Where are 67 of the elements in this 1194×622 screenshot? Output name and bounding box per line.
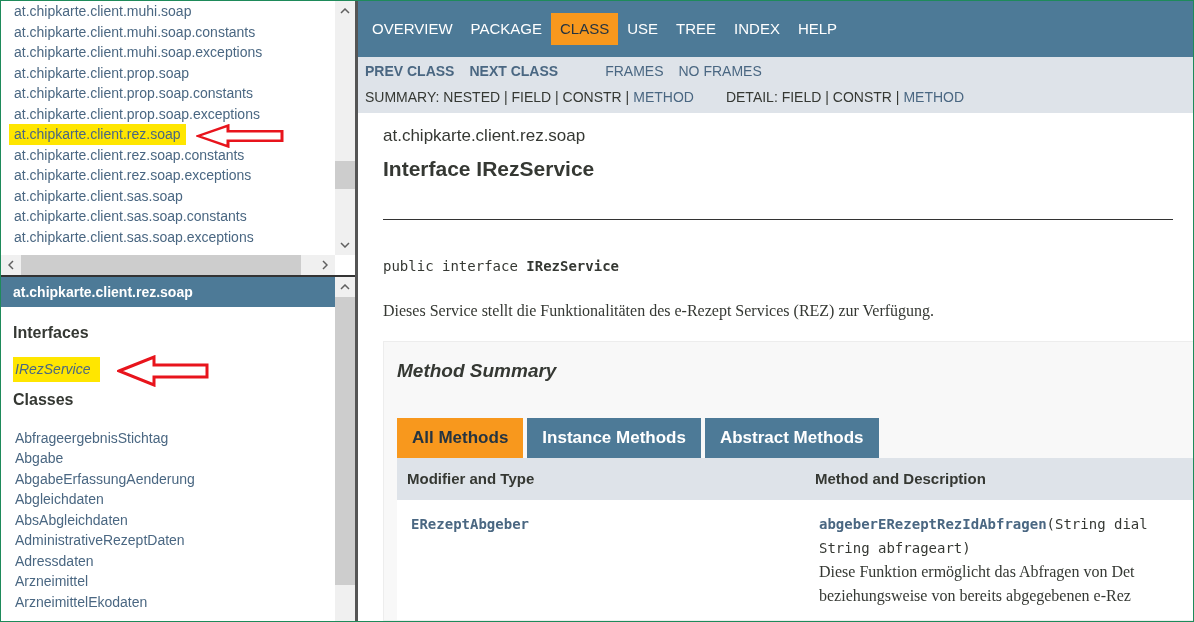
package-list-item[interactable]: at.chipkarte.client.prop.soap.constants [9,83,258,104]
nav-link[interactable]: FRAMES [605,60,664,81]
type-list-item[interactable]: Adressdaten [13,550,96,571]
column-header: Method and Description [815,468,987,489]
interface-list-item[interactable]: IRezService [13,357,101,382]
type-list-item[interactable]: Arzneimittel [13,571,91,592]
scrollbar-thumb[interactable] [21,255,301,275]
nav-link[interactable]: METHOD [903,86,965,107]
section-heading: Interfaces [12,323,90,343]
type-list-item[interactable]: Abgleichdaten [13,489,106,510]
package-name: at.chipkarte.client.rez.soap [383,124,587,147]
tab[interactable]: Instance Methods [527,418,701,458]
nav-link[interactable]: NEXT CLASS [469,60,559,81]
scroll-up-icon[interactable] [340,284,350,290]
nav-label: SUMMARY: NESTED | FIELD | CONSTR | [365,87,630,107]
package-list-item[interactable]: at.chipkarte.client.muhi.soap.exceptions [9,42,268,63]
type-list-item[interactable]: Abgabe [13,448,66,469]
nav-link[interactable]: PREV CLASS [365,60,455,81]
package-list-item[interactable]: at.chipkarte.client.prop.soap.exceptions [9,103,265,124]
method-parameter: String abfrageart) [819,539,972,558]
package-list-item[interactable]: at.chipkarte.client.prop.soap [9,62,195,83]
type-list-item[interactable]: AbgabeErfassungAenderung [13,468,197,489]
interface-description: Dieses Service stellt die Funktionalitäten des e-Rezept Services (REZ) zur Verfügung. [383,301,936,322]
nav-link[interactable]: HELP [788,12,847,45]
nav-link[interactable]: NO FRAMES [678,60,762,81]
section-title: Method Summary [397,360,558,383]
type-list-item[interactable]: ArzneimittelEkodaten [13,591,150,612]
scrollbar-thumb[interactable] [335,297,355,585]
method-description: beziehungsweise von bereits abgegebenen e-Rez [819,586,1132,607]
package-list-item[interactable]: at.chipkarte.client.sas.soap.exceptions [9,226,259,247]
interface-title: Interface IRezService [383,156,596,182]
nav-label: DETAIL: FIELD | CONSTR | [725,87,900,107]
type-list-item[interactable]: AbfrageergebnisStichtag [13,427,171,448]
package-list-item[interactable]: at.chipkarte.client.rez.soap [9,124,186,145]
section-heading: Classes [12,389,75,410]
type-list-item[interactable]: AdministrativeRezeptDaten [13,530,187,551]
package-list-item[interactable]: at.chipkarte.client.muhi.soap [9,1,197,22]
method-signature: abgeberERezeptRezIdAbfragen(String dial [819,515,1149,534]
nav-link[interactable]: OVERVIEW [363,12,462,45]
tab[interactable]: Abstract Methods [704,418,879,458]
nav-link[interactable]: USE [618,12,668,45]
package-title: at.chipkarte.client.rez.soap [1,277,335,307]
method-description: Diese Funktion ermöglicht das Abfragen von Det [819,562,1136,583]
type-list-item[interactable]: AbsAbgleichdaten [13,509,130,530]
method-name-link[interactable]: abgeberERezeptRezIdAbfragen [819,516,1047,532]
package-list-item[interactable]: at.chipkarte.client.sas.soap [9,185,188,206]
horizontal-scrollbar[interactable] [1,255,335,275]
scroll-down-icon[interactable] [340,242,350,248]
nav-link[interactable]: PACKAGE [461,12,551,45]
package-list-item[interactable]: at.chipkarte.client.muhi.soap.constants [9,21,261,42]
nav-link[interactable]: CLASS [551,12,619,45]
nav-link[interactable]: INDEX [725,12,789,45]
nav-link[interactable]: TREE [667,12,726,45]
scroll-left-icon[interactable] [8,260,14,270]
vertical-scrollbar[interactable] [335,1,355,255]
scroll-right-icon[interactable] [322,260,328,270]
tab[interactable]: All Methods [397,418,524,458]
vertical-scrollbar[interactable] [335,277,355,621]
nav-link[interactable]: METHOD [633,86,694,107]
interface-signature: public interface IRezService [383,257,620,277]
type-link[interactable]: ERezeptAbgeber [411,512,529,536]
column-header: Modifier and Type [407,468,536,489]
package-list-item[interactable]: at.chipkarte.client.sas.soap.constants [9,206,252,227]
scrollbar-thumb[interactable] [335,161,355,189]
package-list-item[interactable]: at.chipkarte.client.rez.soap.constants [9,144,250,165]
scroll-up-icon[interactable] [340,8,350,14]
package-list-item[interactable]: at.chipkarte.client.rez.soap.exceptions [9,165,257,186]
